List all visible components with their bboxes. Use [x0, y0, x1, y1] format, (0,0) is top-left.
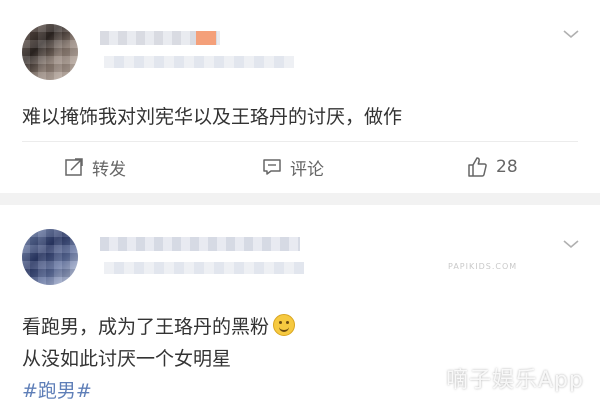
repost-icon: [65, 158, 83, 176]
like-button[interactable]: 28: [466, 154, 518, 180]
post-meta-blurred: [104, 262, 304, 274]
comment-icon: [263, 159, 281, 175]
post-text-line-2: 从没如此讨厌一个女明星: [22, 348, 232, 370]
avatar[interactable]: [22, 24, 78, 80]
repost-label: 转发: [92, 159, 126, 180]
post-text-line: 看跑男，成为了王珞丹的黑粉: [22, 312, 296, 339]
watermark: 嘀子娱乐App: [446, 368, 584, 393]
comment-button[interactable]: 评论: [262, 154, 324, 180]
thumbs-up-icon: [468, 157, 487, 177]
like-count: 28: [496, 157, 518, 177]
avatar[interactable]: [22, 229, 78, 285]
comment-label: 评论: [290, 159, 324, 180]
username-blurred[interactable]: [100, 237, 300, 251]
user-badge-blurred: [196, 31, 216, 45]
post-meta-blurred: [104, 56, 294, 68]
weibo-post-1: 难以掩饰我对刘宪华以及王珞丹的讨厌，做作 转发 评论 28: [0, 0, 600, 193]
post-text: 难以掩饰我对刘宪华以及王珞丹的讨厌，做作: [22, 106, 403, 128]
repost-button[interactable]: 转发: [64, 154, 126, 180]
watermark-small: PAPIKIDS.COM: [448, 262, 518, 271]
chevron-down-icon[interactable]: [562, 238, 580, 250]
chevron-down-icon[interactable]: [562, 28, 580, 40]
post-text-line-1: 看跑男，成为了王珞丹的黑粉: [22, 316, 270, 338]
hashtag-link[interactable]: #跑男#: [22, 376, 92, 403]
divider: [22, 141, 578, 142]
smile-emoji-icon: [273, 314, 296, 336]
feed-separator: [0, 193, 600, 205]
